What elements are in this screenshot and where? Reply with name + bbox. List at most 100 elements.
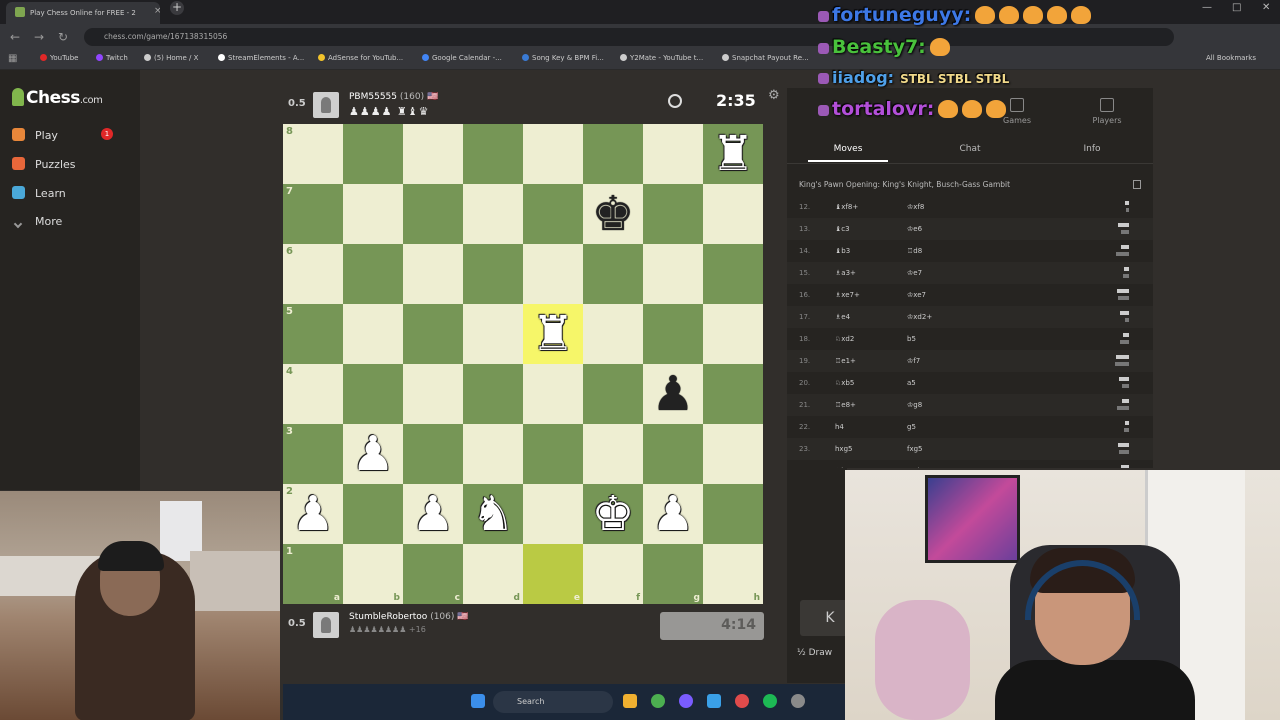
back-icon[interactable]: ←	[10, 30, 20, 44]
black-move[interactable]: ♔e7	[907, 269, 922, 277]
square-f1[interactable]: f	[583, 544, 643, 604]
apps-grid-icon[interactable]: ▦	[8, 53, 17, 64]
square-e1[interactable]: e	[523, 544, 583, 604]
black-move[interactable]: ♔f7	[907, 357, 920, 365]
white-move[interactable]: ♝c3	[835, 225, 850, 233]
black-move[interactable]: ♔xd2+	[907, 313, 932, 321]
white-move[interactable]: ♝xf8+	[835, 203, 858, 211]
square-a1[interactable]: 1a	[283, 544, 343, 604]
chrome-icon[interactable]	[651, 694, 665, 708]
square-d3[interactable]	[463, 424, 523, 484]
white-move[interactable]: ♗xe7+	[835, 291, 860, 299]
square-e4[interactable]	[523, 364, 583, 424]
square-c1[interactable]: c	[403, 544, 463, 604]
white-move[interactable]: ♖e1+	[835, 357, 856, 365]
square-b5[interactable]	[343, 304, 403, 364]
bottom-player-name[interactable]: StumbleRobertoo (106) 🇺🇸	[349, 612, 468, 622]
square-f5[interactable]	[583, 304, 643, 364]
sidebar-item-puzzles[interactable]: Puzzles	[12, 157, 76, 171]
square-b4[interactable]	[343, 364, 403, 424]
square-h7[interactable]	[703, 184, 763, 244]
square-h1[interactable]: h	[703, 544, 763, 604]
white-pawn-a2[interactable]: ♟	[283, 484, 343, 544]
sidebar-item-more[interactable]: More	[12, 215, 62, 229]
black-move[interactable]: ♔e6	[907, 225, 922, 233]
reload-icon[interactable]: ↻	[58, 30, 68, 44]
square-a3[interactable]: 3	[283, 424, 343, 484]
white-pawn-c2[interactable]: ♟	[403, 484, 463, 544]
bookmark-item[interactable]: StreamElements - A...	[218, 54, 304, 62]
minimize-icon[interactable]: —	[1202, 2, 1212, 13]
close-tab-icon[interactable]: ×	[154, 6, 160, 16]
black-move[interactable]: ♔xf8	[907, 203, 924, 211]
white-move[interactable]: ♗a3+	[835, 269, 856, 277]
square-g1[interactable]: g	[643, 544, 703, 604]
square-f8[interactable]	[583, 124, 643, 184]
square-h3[interactable]	[703, 424, 763, 484]
forward-icon[interactable]: →	[34, 30, 44, 44]
white-move[interactable]: ♘xb5	[835, 379, 854, 387]
square-c5[interactable]	[403, 304, 463, 364]
square-b7[interactable]	[343, 184, 403, 244]
square-g8[interactable]	[643, 124, 703, 184]
bookmark-item[interactable]: Snapchat Payout Re...	[722, 54, 809, 62]
subtab-info[interactable]: Info	[1052, 144, 1132, 154]
bookmark-item[interactable]: AdSense for YouTub...	[318, 54, 403, 62]
subtab-chat[interactable]: Chat	[930, 144, 1010, 154]
black-move[interactable]: g5	[907, 423, 916, 431]
square-c8[interactable]	[403, 124, 463, 184]
square-a4[interactable]: 4	[283, 364, 343, 424]
square-e2[interactable]	[523, 484, 583, 544]
chess-board[interactable]: 8 7 6 5 4 3 2 1 a b c d e f g h ♜ ♚ ♜ ♟ ♟ ♟ ♟ ♞ ♚ ♟	[283, 124, 763, 604]
taskbar-search[interactable]: Search	[493, 691, 613, 713]
square-c7[interactable]	[403, 184, 463, 244]
square-e8[interactable]	[523, 124, 583, 184]
all-bookmarks[interactable]: All Bookmarks	[1206, 54, 1256, 62]
square-b2[interactable]	[343, 484, 403, 544]
black-move[interactable]: ♖d8	[907, 247, 922, 255]
square-b1[interactable]: b	[343, 544, 403, 604]
square-d6[interactable]	[463, 244, 523, 304]
square-h4[interactable]	[703, 364, 763, 424]
app-icon[interactable]	[679, 694, 693, 708]
window-close-icon[interactable]: ✕	[1262, 2, 1270, 13]
square-a6[interactable]: 6	[283, 244, 343, 304]
square-e3[interactable]	[523, 424, 583, 484]
square-a5[interactable]: 5	[283, 304, 343, 364]
black-move[interactable]: ♔xe7	[907, 291, 926, 299]
white-pawn-b3[interactable]: ♟	[343, 424, 403, 484]
square-c3[interactable]	[403, 424, 463, 484]
white-move[interactable]: ♖e8+	[835, 401, 856, 409]
sidebar-item-play[interactable]: Play	[12, 128, 58, 142]
white-king-f2[interactable]: ♚	[583, 484, 643, 544]
white-move[interactable]: ♝b3	[835, 247, 850, 255]
settings-gear-icon[interactable]	[791, 694, 805, 708]
maximize-icon[interactable]: □	[1232, 2, 1241, 13]
square-d8[interactable]	[463, 124, 523, 184]
square-d4[interactable]	[463, 364, 523, 424]
black-move[interactable]: a5	[907, 379, 916, 387]
bookmark-item[interactable]: Y2Mate - YouTube t...	[620, 54, 703, 62]
square-b6[interactable]	[343, 244, 403, 304]
white-move[interactable]: ♗e4	[835, 313, 850, 321]
square-f6[interactable]	[583, 244, 643, 304]
windows-start-icon[interactable]	[471, 694, 485, 708]
book-icon[interactable]	[1133, 180, 1141, 189]
ccleaner-icon[interactable]	[707, 694, 721, 708]
square-c6[interactable]	[403, 244, 463, 304]
white-knight-d2[interactable]: ♞	[463, 484, 523, 544]
square-h2[interactable]	[703, 484, 763, 544]
white-rook-e5[interactable]: ♜	[523, 304, 583, 364]
square-h6[interactable]	[703, 244, 763, 304]
board-settings-gear-icon[interactable]: ⚙	[768, 88, 780, 103]
square-d7[interactable]	[463, 184, 523, 244]
square-g6[interactable]	[643, 244, 703, 304]
square-d5[interactable]	[463, 304, 523, 364]
square-d1[interactable]: d	[463, 544, 523, 604]
spotify-icon[interactable]	[763, 694, 777, 708]
square-a7[interactable]: 7	[283, 184, 343, 244]
square-e7[interactable]	[523, 184, 583, 244]
square-a8[interactable]: 8	[283, 124, 343, 184]
file-explorer-icon[interactable]	[623, 694, 637, 708]
black-pawn-g4[interactable]: ♟	[643, 364, 703, 424]
